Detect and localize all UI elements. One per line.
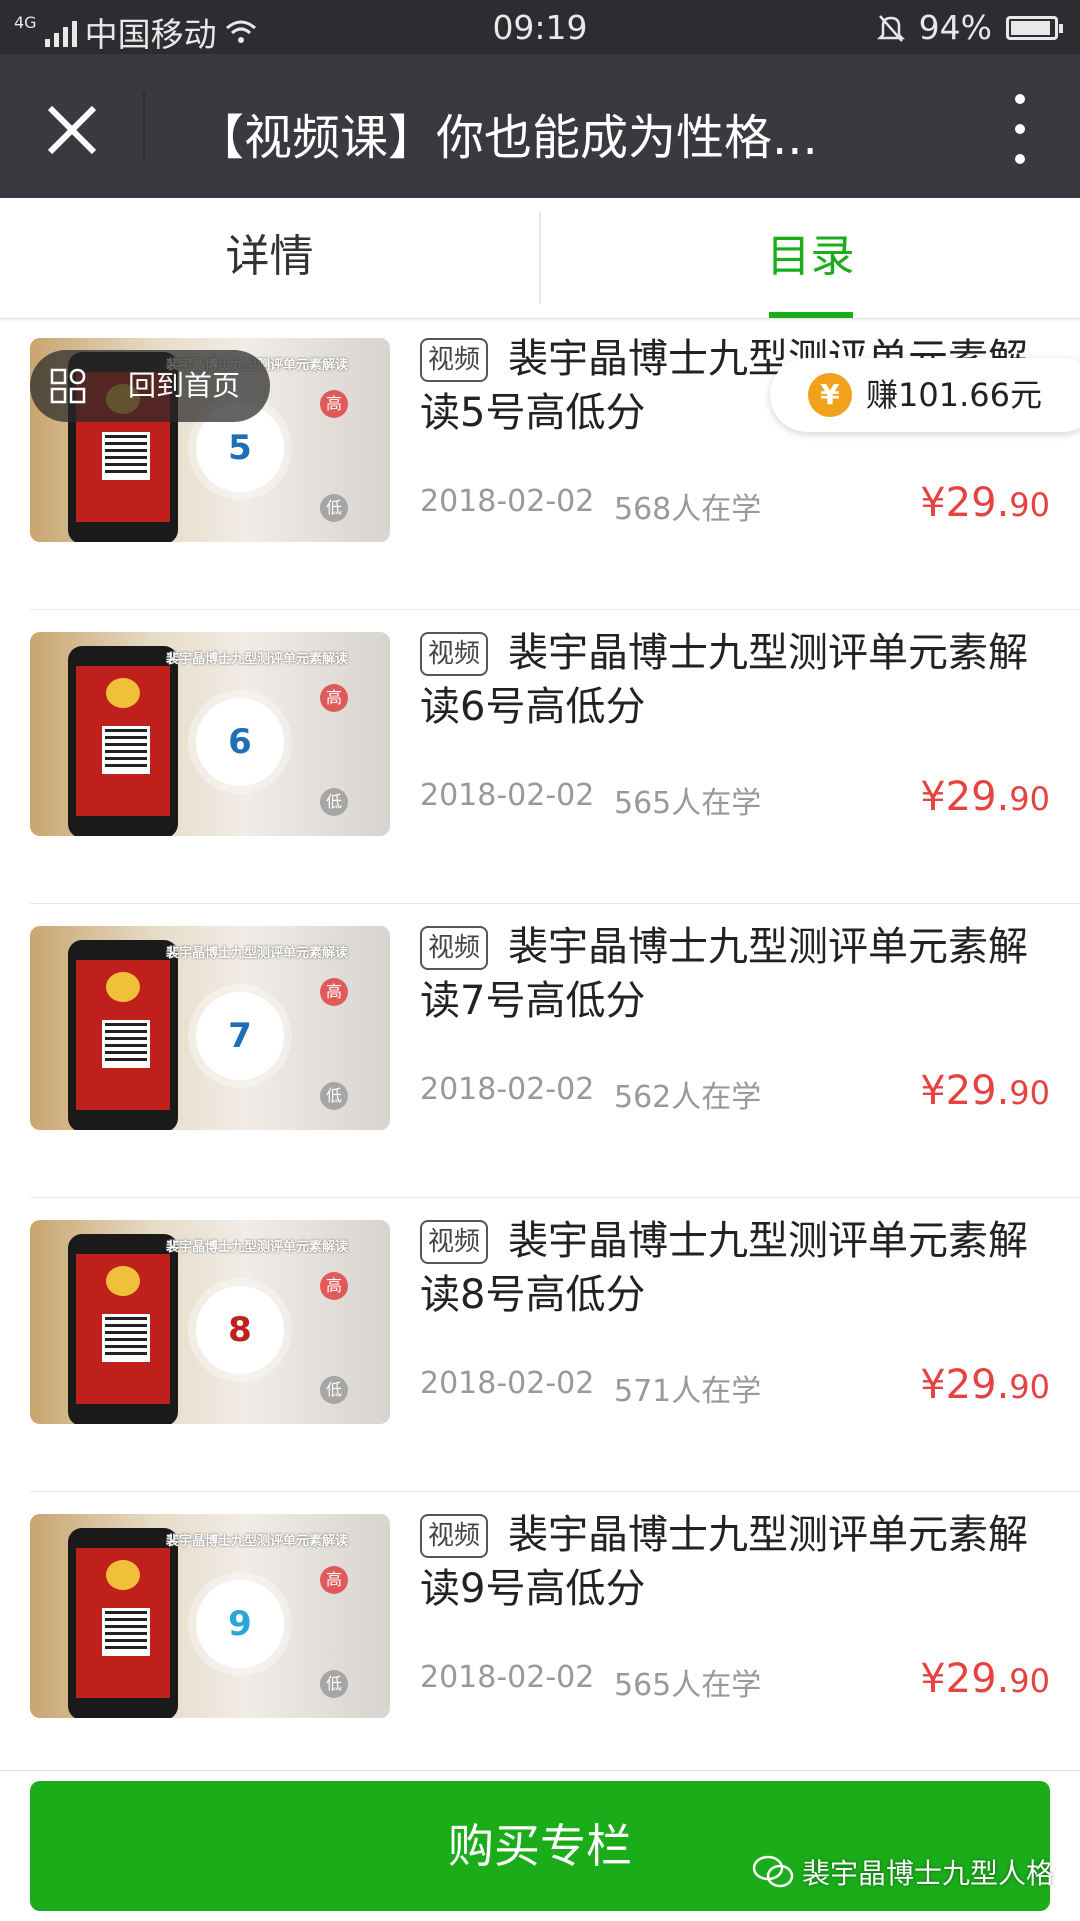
high-badge: 高 [320,390,348,418]
publish-date: 2018-02-02 [420,484,595,519]
publish-date: 2018-02-02 [420,1072,595,1107]
wechat-watermark: 裴宇晶博士九型人格 [752,1850,1054,1894]
course-thumbnail: 裴宇晶博士九型测评单元素解读 6 高 低 [30,632,390,836]
bottom-bar: 购买专栏 [0,1770,1080,1921]
high-badge: 高 [320,684,348,712]
video-tag: 视频 [420,1514,489,1558]
tab-bar: 详情 目录 [0,198,1080,319]
course-thumbnail: 裴宇晶博士九型测评单元素解读 7 高 低 [30,926,390,1130]
earn-label: 赚101.66元 [866,376,1042,414]
video-tag: 视频 [420,926,489,970]
course-item[interactable]: 裴宇晶博士九型测评单元素解读 8 高 低 裴宇晶博士九型测评单元素解读8号高低分… [0,1198,1080,1492]
course-item[interactable]: 裴宇晶博士九型测评单元素解读 6 高 低 裴宇晶博士九型测评单元素解读6号高低分… [0,610,1080,904]
phone-graphic [68,646,178,836]
price: ¥29.90 [920,1362,1050,1408]
price: ¥29.90 [920,774,1050,820]
thumbnail-banner: 裴宇晶博士九型测评单元素解读 [166,1534,349,1549]
tab-details[interactable]: 详情 [0,198,539,318]
video-tag: 视频 [420,338,489,382]
type-number: 8 [196,1286,284,1374]
more-menu-button[interactable] [1000,94,1040,164]
thumbnail-banner: 裴宇晶博士九型测评单元素解读 [166,1240,349,1255]
learner-count: 565人在学 [614,1668,762,1703]
back-to-home-label: 回到首页 [128,369,241,402]
high-badge: 高 [320,1272,348,1300]
tab-catalog-label: 目录 [766,231,855,282]
low-badge: 低 [320,494,348,522]
price: ¥29.90 [920,1068,1050,1114]
thumbnail-banner: 裴宇晶博士九型测评单元素解读 [166,652,349,667]
high-badge: 高 [320,1566,348,1594]
course-item[interactable]: 裴宇晶博士九型测评单元素解读 7 高 低 裴宇晶博士九型测评单元素解读7号高低分… [0,904,1080,1198]
earn-commission-button[interactable]: ¥ 赚101.66元 [770,358,1080,432]
phone-graphic [68,1234,178,1424]
price: ¥29.90 [920,1656,1050,1702]
high-badge: 高 [320,978,348,1006]
page-title: 【视频课】你也能成为性格... [196,110,818,166]
status-bar: 4G 中国移动 09:19 94% [0,0,1080,54]
course-title: 裴宇晶博士九型测评单元素解读7号高低分 [420,924,1028,1024]
wechat-icon [752,1855,794,1888]
low-badge: 低 [320,1376,348,1404]
type-number: 6 [196,698,284,786]
video-tag: 视频 [420,632,489,676]
tab-details-label: 详情 [225,231,314,282]
back-to-home-button[interactable]: 回到首页 [30,350,270,422]
publish-date: 2018-02-02 [420,1366,595,1401]
battery-icon [1006,15,1063,40]
course-title: 裴宇晶博士九型测评单元素解读6号高低分 [420,630,1028,730]
close-button[interactable] [30,88,114,172]
publish-date: 2018-02-02 [420,778,595,813]
course-title: 裴宇晶博士九型测评单元素解读9号高低分 [420,1512,1028,1612]
grid-icon [50,368,86,404]
course-title: 裴宇晶博士九型测评单元素解读8号高低分 [420,1218,1028,1318]
learner-count: 562人在学 [614,1080,762,1115]
course-item[interactable]: 裴宇晶博士九型测评单元素解读 9 高 低 裴宇晶博士九型测评单元素解读9号高低分… [0,1492,1080,1786]
learner-count: 571人在学 [614,1374,762,1409]
coin-icon: ¥ [808,373,852,417]
type-number: 9 [196,1580,284,1668]
course-thumbnail: 裴宇晶博士九型测评单元素解读 8 高 低 [30,1220,390,1424]
type-number: 7 [196,992,284,1080]
price: ¥29.90 [920,480,1050,526]
bell-muted-icon [876,14,905,42]
low-badge: 低 [320,1670,348,1698]
low-badge: 低 [320,788,348,816]
phone-graphic [68,940,178,1130]
learner-count: 565人在学 [614,786,762,821]
publish-date: 2018-02-02 [420,1660,595,1695]
title-bar: 【视频课】你也能成为性格... [0,54,1080,198]
title-divider [143,92,145,160]
tab-catalog[interactable]: 目录 [541,198,1080,318]
thumbnail-banner: 裴宇晶博士九型测评单元素解读 [166,946,349,961]
phone-graphic [68,1528,178,1718]
course-thumbnail: 裴宇晶博士九型测评单元素解读 9 高 低 [30,1514,390,1718]
watermark-text: 裴宇晶博士九型人格 [802,1857,1055,1890]
learner-count: 568人在学 [614,492,762,527]
video-tag: 视频 [420,1220,489,1264]
battery-percent: 94% [918,8,992,47]
low-badge: 低 [320,1082,348,1110]
